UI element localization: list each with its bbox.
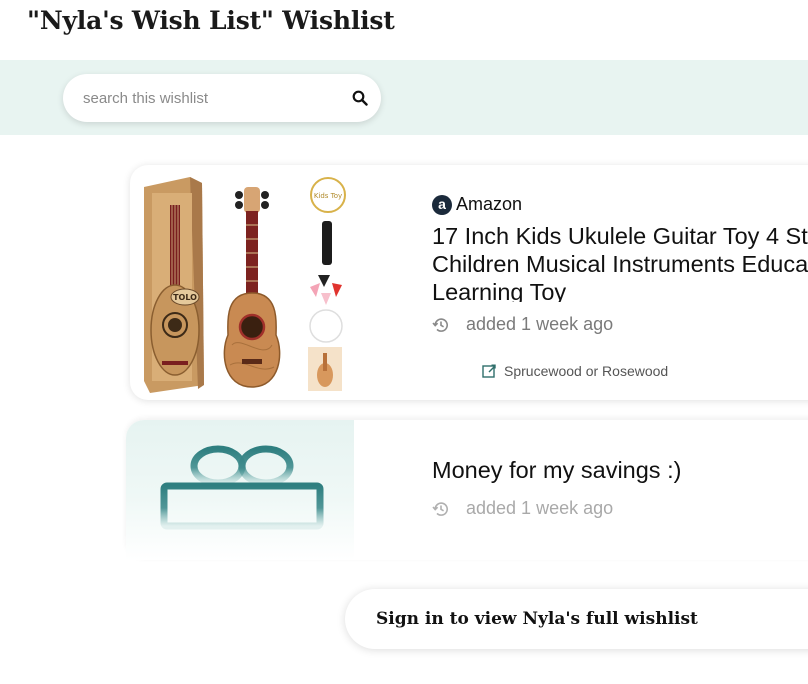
note-icon: [482, 364, 496, 378]
item-title-line: Children Musical Instruments Educa: [432, 251, 808, 277]
added-date: added 1 week ago: [466, 498, 614, 518]
added-row: added 1 week ago: [432, 314, 613, 335]
search-icon[interactable]: [352, 90, 368, 106]
accessory-badge-label: Kids Toy: [314, 192, 342, 200]
history-icon: [432, 317, 448, 332]
item-note: Sprucewood or Rosewood: [482, 363, 668, 379]
ukulele-box-graphic: TOLO: [144, 177, 204, 393]
ukulele-graphic: [223, 187, 281, 388]
item-title-line: Learning Toy: [432, 279, 567, 302]
search-box[interactable]: [63, 74, 381, 122]
search-input[interactable]: [83, 74, 333, 122]
box-brand-label: TOLO: [173, 293, 197, 302]
store-name: Amazon: [456, 194, 523, 214]
amazon-icon: a: [432, 194, 452, 215]
added-row: added 1 week ago: [432, 498, 613, 519]
gift-icon: [160, 445, 324, 560]
ukulele-product-image[interactable]: TOLO Kids Toy: [140, 175, 365, 395]
sign-in-button[interactable]: Sign in to view Nyla's full wishlist: [345, 589, 808, 649]
ukulele-accessories-graphic: Kids Toy: [308, 177, 346, 391]
store-row: a Amazon: [432, 194, 522, 215]
added-date: added 1 week ago: [466, 314, 614, 334]
item-title-line: 17 Inch Kids Ukulele Guitar Toy 4 St: [432, 223, 808, 249]
page-title: "Nyla's Wish List" Wishlist: [27, 6, 395, 35]
item-title[interactable]: Money for my savings :): [432, 456, 681, 484]
item-title[interactable]: 17 Inch Kids Ukulele Guitar Toy 4 St Chi…: [432, 222, 808, 302]
note-text: Sprucewood or Rosewood: [504, 363, 669, 379]
history-icon: [432, 501, 448, 516]
